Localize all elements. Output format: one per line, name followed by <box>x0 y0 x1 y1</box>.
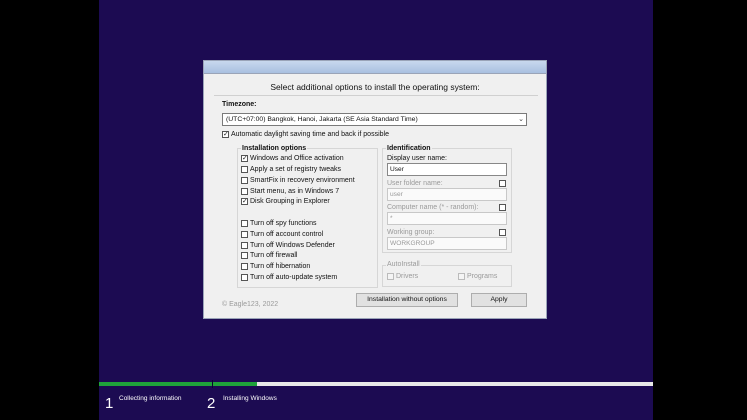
timezone-label: Timezone: <box>222 101 257 108</box>
display-user-value: User <box>390 166 404 173</box>
user-folder-value: user <box>390 191 403 198</box>
option-label: SmartFix in recovery environment <box>250 177 355 184</box>
user-folder-label: User folder name: <box>387 180 443 187</box>
user-folder-input[interactable]: user <box>387 188 507 201</box>
autoinstall-title: AutoInstall <box>386 261 421 268</box>
display-user-label: Display user name: <box>387 155 447 162</box>
checkbox[interactable] <box>241 166 248 173</box>
drivers-checkbox[interactable] <box>387 273 394 280</box>
option-label: Turn off hibernation <box>250 263 311 270</box>
checkbox[interactable] <box>241 252 248 259</box>
identification-title: Identification <box>386 145 432 152</box>
checkbox[interactable] <box>241 177 248 184</box>
checkbox[interactable] <box>241 188 248 195</box>
chevron-down-icon: ⌄ <box>518 116 524 123</box>
options-dialog: Select additional options to install the… <box>203 60 547 319</box>
checkbox[interactable]: ✓ <box>241 198 248 205</box>
option-label: Disk Grouping in Explorer <box>250 198 330 205</box>
option-label: Turn off firewall <box>250 252 298 259</box>
step2-number: 2 <box>207 395 216 412</box>
step1-label: Collecting information <box>119 395 182 402</box>
step1-number: 1 <box>105 395 114 412</box>
option-label: Turn off spy functions <box>250 220 317 227</box>
display-user-input[interactable]: User <box>387 163 507 176</box>
user-folder-checkbox[interactable] <box>499 180 506 187</box>
step1-progress-fill <box>99 382 212 386</box>
working-group-label: Working group: <box>387 229 435 236</box>
computer-name-label: Computer name (* - random): <box>387 204 479 211</box>
option-label: Turn off Windows Defender <box>250 242 335 249</box>
checkbox[interactable]: ✓ <box>241 155 248 162</box>
install-without-options-button[interactable]: Installation without options <box>356 293 458 307</box>
dialog-titlebar[interactable] <box>204 61 546 74</box>
checkbox[interactable] <box>241 263 248 270</box>
working-group-input[interactable]: WORKGROUP <box>387 237 507 250</box>
programs-checkbox[interactable] <box>458 273 465 280</box>
timezone-select[interactable]: (UTC+07:00) Bangkok, Hanoi, Jakarta (SE … <box>222 113 527 126</box>
computer-name-input[interactable]: * <box>387 212 507 225</box>
option-label: Turn off auto-update system <box>250 274 338 281</box>
option-label: Turn off account control <box>250 231 324 238</box>
computer-name-checkbox[interactable] <box>499 204 506 211</box>
heading-divider <box>214 95 538 96</box>
dst-checkbox[interactable]: ✓ <box>222 131 229 138</box>
apply-button[interactable]: Apply <box>471 293 527 307</box>
checkbox[interactable] <box>241 231 248 238</box>
option-label: Windows and Office activation <box>250 155 344 162</box>
dst-label: Automatic daylight saving time and back … <box>231 131 389 138</box>
step2-progress-track <box>213 382 653 386</box>
working-group-checkbox[interactable] <box>499 229 506 236</box>
computer-name-value: * <box>390 215 393 222</box>
step2-label: Installing Windows <box>223 395 277 402</box>
step2-progress-fill <box>213 382 257 386</box>
working-group-value: WORKGROUP <box>390 240 435 247</box>
step1-progress-track <box>99 382 212 386</box>
installation-options-title: Installation options <box>241 145 308 152</box>
checkbox[interactable] <box>241 220 248 227</box>
checkbox[interactable] <box>241 242 248 249</box>
copyright-text: © Eagle123, 2022 <box>222 301 279 308</box>
setup-progress: 1 Collecting information 2 Installing Wi… <box>99 380 653 420</box>
dialog-heading: Select additional options to install the… <box>270 82 480 92</box>
programs-label: Programs <box>467 273 498 280</box>
option-label: Start menu, as in Windows 7 <box>250 188 340 195</box>
option-label: Apply a set of registry tweaks <box>250 166 342 173</box>
drivers-label: Drivers <box>396 273 419 280</box>
timezone-value: (UTC+07:00) Bangkok, Hanoi, Jakarta (SE … <box>226 116 418 123</box>
checkbox[interactable] <box>241 274 248 281</box>
